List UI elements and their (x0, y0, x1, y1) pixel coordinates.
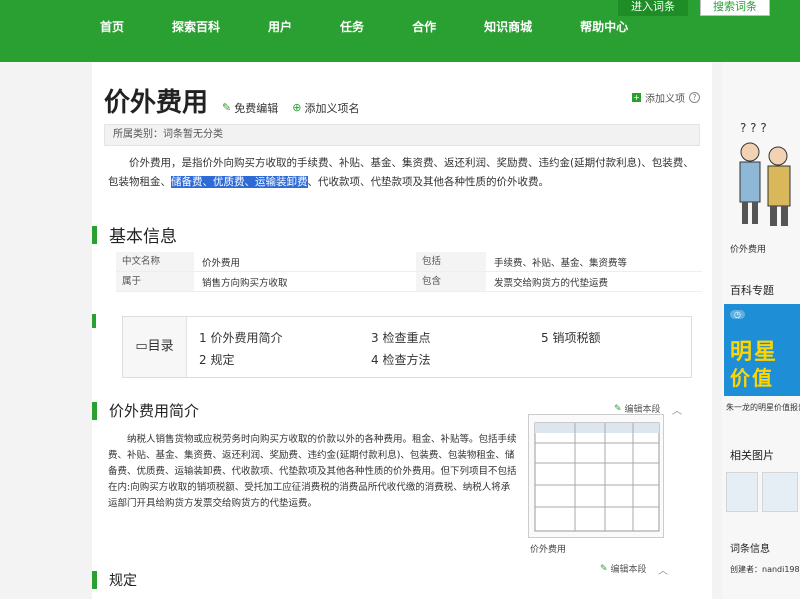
table-row: 中文名称 价外费用 包括 手续费、补贴、基金、集资费等 (116, 252, 702, 272)
table-of-contents: ▭目录 1 价外费用简介 2 规定 3 检查重点 4 检查方法 5 销项税额 (122, 316, 692, 378)
collapse-chevron-icon[interactable]: ︿ (672, 402, 682, 417)
rule-heading: 规定 (92, 570, 137, 590)
top-navigation-bar: 进入词条 搜索词条 首页 探索百科 用户 任务 合作 知识商城 帮助中心 (0, 0, 800, 62)
collapse-chevron-icon[interactable]: ︿ (658, 562, 668, 577)
toc-item-5[interactable]: 5 销项税额 (541, 329, 600, 346)
add-meaning-item-link[interactable]: ⊕ 添加义项名 (292, 100, 359, 116)
nav-item-home[interactable]: 首页 (100, 18, 124, 35)
info-value: 手续费、补贴、基金、集资费等 (494, 257, 628, 269)
intro-paragraph: 纳税人销售货物或应税劳务时向购买方收取的价款以外的各种费用。租金、补贴等。包括手… (108, 434, 517, 509)
intro-table-image[interactable] (528, 414, 664, 538)
search-entry-button[interactable]: 搜索词条 (700, 0, 770, 16)
table-row: 属于 销售方向购买方收取 包含 发票交给购货方的代垫运费 (116, 272, 702, 292)
sidebar-image-caption: 价外费用 (730, 245, 767, 255)
entry-info-heading: 词条信息 (730, 544, 770, 555)
add-meaning-link[interactable]: + 添加义项 ? (632, 90, 700, 105)
info-value: 价外费用 (202, 257, 241, 269)
nav-item-cooperation[interactable]: 合作 (412, 18, 436, 35)
intro-heading: 价外费用简介 (92, 400, 199, 421)
summary-text-2: 、代收款项、代垫款项及其他各种性质的价外收费。 (307, 176, 550, 188)
free-edit-link[interactable]: ✎ 免费编辑 (222, 100, 278, 116)
rule-edit-link[interactable]: ✎ 编辑本段 (600, 562, 647, 576)
top-button-group: 进入词条 搜索词条 (618, 0, 770, 16)
intro-title: 价外费用简介 (109, 402, 200, 420)
rule-edit-label: 编辑本段 (610, 565, 647, 575)
title-row: 价外费用 ✎ 免费编辑 ⊕ 添加义项名 (104, 82, 359, 119)
nav-item-help-center[interactable]: 帮助中心 (580, 18, 628, 35)
svg-text:? ? ?: ? ? ? (740, 121, 767, 135)
toc-label: ▭目录 (123, 317, 187, 377)
plus-icon: + (632, 93, 641, 102)
nav-item-explore[interactable]: 探索百科 (172, 18, 220, 35)
toc-icon: ▭ (135, 339, 148, 354)
rule-title: 规定 (109, 573, 137, 589)
toc-item-1[interactable]: 1 价外费用简介 (199, 329, 282, 346)
info-value: 发票交给购货方的代垫运费 (494, 277, 609, 289)
nav-item-tasks[interactable]: 任务 (340, 18, 364, 35)
creator-label: 创建者：nandi1985 (730, 565, 800, 574)
banner-tag-icon: ◷ (730, 310, 745, 319)
section-marker (92, 225, 97, 244)
pencil-icon: ✎ (222, 101, 232, 114)
pencil-icon: ✎ (614, 403, 622, 414)
banner-caption[interactable]: 朱一龙的明星价值报告 (726, 402, 800, 413)
basic-info-heading: 基本信息 (92, 222, 177, 247)
info-value: 销售方向购买方收取 (202, 277, 288, 289)
toc-item-2[interactable]: 2 规定 (199, 351, 234, 368)
topic-banner[interactable]: ◷ 明星 价值 (724, 304, 800, 396)
section-marker (92, 401, 97, 420)
toc-item-3[interactable]: 3 检查重点 (371, 329, 430, 346)
related-image-2[interactable] (762, 472, 798, 512)
add-meaning-item-label: 添加义项名 (304, 101, 360, 115)
toc-label-text: 目录 (147, 339, 174, 354)
banner-text-2: 价值 (730, 366, 774, 390)
topic-heading: 百科专题 (730, 284, 774, 297)
enter-entry-button[interactable]: 进入词条 (618, 0, 688, 16)
toc-item-4[interactable]: 4 检查方法 (371, 351, 430, 368)
category-bar: 所属类别：词条暂无分类 (104, 124, 700, 146)
cartoon-image[interactable]: ? ? ? (730, 118, 800, 230)
nav-menu: 首页 探索百科 用户 任务 合作 知识商城 帮助中心 (100, 18, 628, 35)
image-caption: 价外费用 (530, 545, 567, 555)
related-image-1[interactable] (726, 472, 758, 512)
add-item-icon: ⊕ (292, 101, 302, 114)
free-edit-label: 免费编辑 (234, 101, 279, 115)
pencil-icon: ✎ (600, 563, 608, 574)
nav-item-users[interactable]: 用户 (268, 18, 292, 35)
info-key: 包含 (416, 272, 486, 291)
right-sidebar: ? ? ? 价外费用 百科专题 ◷ 明星 价值 朱一龙的明星价值报告 相关图片 … (722, 62, 800, 599)
summary-selected-text: 储备费、优质费、运输装卸费 (171, 176, 308, 188)
related-images-heading: 相关图片 (730, 449, 774, 462)
info-key: 中文名称 (116, 252, 194, 271)
section-marker (92, 314, 96, 328)
info-key: 包括 (416, 252, 486, 271)
toc-marker-wrap (92, 314, 96, 328)
page-title: 价外费用 (104, 88, 209, 118)
section-marker (92, 571, 97, 589)
info-key: 属于 (116, 272, 194, 291)
summary-paragraph: 价外费用，是指价外向购买方收取的手续费、补贴、基金、集资费、返还利润、奖励费、违… (108, 154, 698, 192)
main-content: 价外费用 ✎ 免费编辑 ⊕ 添加义项名 + 添加义项 ? 所属类别：词条暂无分类… (92, 62, 712, 599)
table-image-graphic (534, 422, 660, 532)
basic-info-title: 基本信息 (109, 227, 177, 247)
add-meaning-label: 添加义项 (645, 94, 685, 105)
basic-info-table: 中文名称 价外费用 包括 手续费、补贴、基金、集资费等 属于 销售方向购买方收取… (116, 252, 702, 292)
help-icon[interactable]: ? (689, 92, 700, 103)
nav-item-knowledge-mall[interactable]: 知识商城 (484, 18, 532, 35)
